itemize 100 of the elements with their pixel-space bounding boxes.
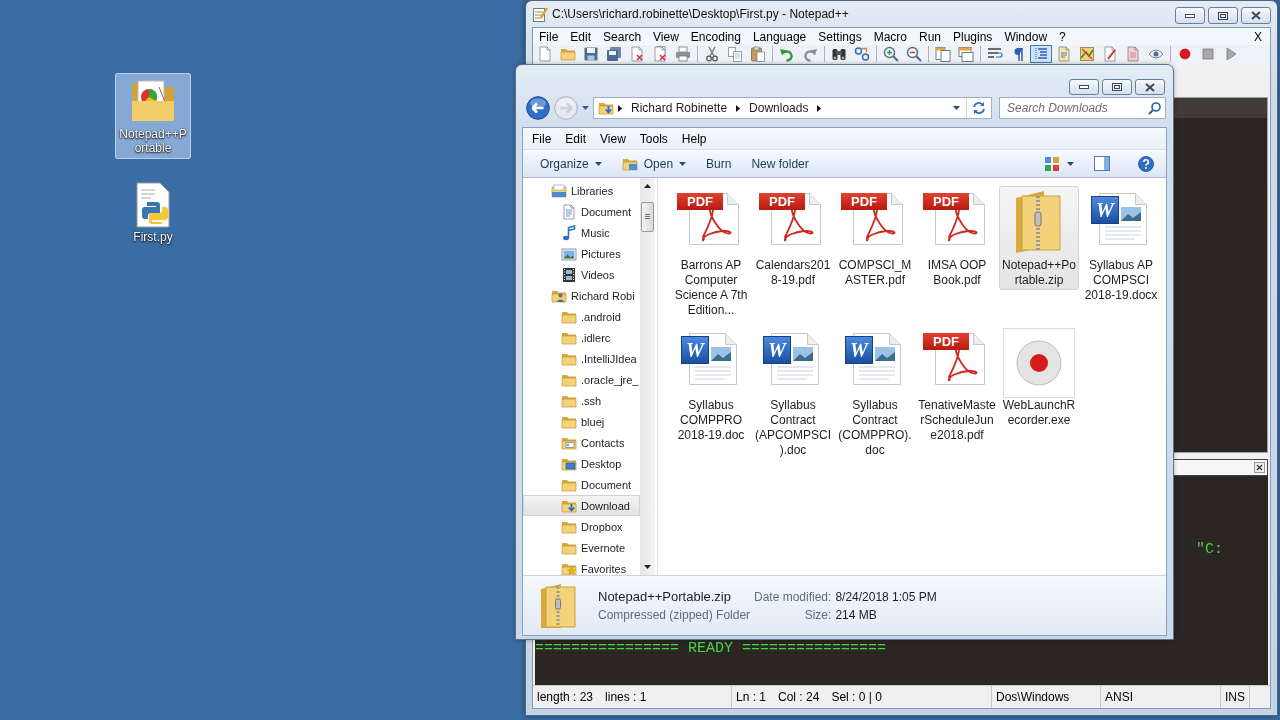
minimize-button[interactable] [1175, 7, 1205, 24]
tree-item[interactable]: Music [523, 222, 640, 243]
minimize-button[interactable] [1069, 79, 1099, 95]
menu-item[interactable]: ? [1053, 29, 1072, 44]
preview-pane-icon[interactable] [1094, 156, 1110, 171]
search-icon[interactable] [1148, 102, 1161, 115]
down-arrow-icon[interactable] [644, 565, 651, 569]
caret-icon[interactable] [953, 106, 960, 110]
file-name: Notepad++Portable.zip [598, 587, 731, 606]
tree-item[interactable]: Contacts [523, 432, 640, 453]
zipped-folder-icon [540, 582, 576, 629]
listing-item[interactable]: W Syllabus COMPPRO 2018-19.doc [671, 326, 751, 445]
caret-icon[interactable] [1067, 161, 1074, 166]
tree-item[interactable]: .android [523, 306, 640, 327]
view-options-icon[interactable] [1044, 155, 1060, 172]
music-note-icon [561, 224, 577, 241]
menu-item[interactable]: Plugins [947, 29, 999, 44]
breadcrumb-item[interactable]: Richard Robinette [626, 101, 733, 115]
listing-item[interactable]: PDF COMPSCI_MASTER.pdf [835, 186, 915, 290]
tree-item[interactable]: Document [523, 474, 640, 495]
notepad-pen-icon [532, 6, 548, 22]
close-button[interactable]: X [1246, 29, 1270, 44]
tree-item[interactable]: Videos [523, 264, 640, 285]
minimize-icon [1079, 85, 1089, 89]
listing-item[interactable]: W Syllabus Contract (APCOMPSCI).doc [753, 326, 833, 460]
tree-item[interactable]: Richard Robi [523, 285, 640, 306]
status-text: length : 23 [537, 690, 594, 704]
help-icon[interactable] [1138, 155, 1154, 172]
indent-guide-icon[interactable] [1029, 45, 1052, 63]
breadcrumb-arrow-icon[interactable] [817, 104, 822, 112]
breadcrumb-item[interactable]: Downloads [744, 101, 814, 115]
tree-item[interactable]: bluej [523, 411, 640, 432]
tree-item[interactable]: Document [523, 201, 640, 222]
tree-item[interactable]: Libraries [523, 180, 640, 201]
picture-icon [561, 245, 577, 262]
menu-item[interactable]: Edit [558, 131, 594, 146]
file-type-letter: W [845, 336, 873, 364]
close-button[interactable] [1135, 79, 1165, 95]
up-arrow-icon[interactable] [644, 184, 651, 188]
menu-item[interactable]: Window [998, 29, 1054, 44]
caret-icon[interactable] [582, 106, 589, 110]
console-text: "C: [1196, 542, 1223, 558]
menu-item[interactable]: View [593, 131, 633, 146]
refresh-icon[interactable] [972, 101, 986, 115]
tree-item[interactable]: Pictures [523, 243, 640, 264]
caret-icon[interactable] [594, 161, 602, 166]
dropdown-button[interactable]: Organize [532, 151, 610, 176]
desktop-shortcut[interactable]: First.py [115, 178, 191, 248]
maximize-icon [1218, 11, 1228, 20]
menu-item[interactable]: Run [913, 29, 947, 44]
film-icon [561, 266, 577, 283]
tree-item[interactable]: Evernote [523, 537, 640, 558]
listing-item[interactable]: Notepad++Portable.zip [999, 186, 1079, 290]
console-text: ================ READY ================ [535, 641, 887, 657]
menu-item[interactable]: Encoding [684, 29, 747, 44]
tree-item[interactable]: .oracle_jre_ [523, 369, 640, 390]
tree-item[interactable]: .ssh [523, 390, 640, 411]
listing-item[interactable]: WebLaunchRecorder.exe [999, 326, 1079, 430]
file-type-label: PDF [841, 193, 887, 210]
file-type-letter: W [763, 336, 791, 364]
menu-item[interactable]: View [647, 29, 685, 44]
listing-item[interactable]: W Syllabus Contract (COMPPRO).doc [835, 326, 915, 460]
zipped-folder-icon [1014, 190, 1064, 254]
status-text: INS [1225, 690, 1245, 704]
maximize-button[interactable] [1208, 7, 1238, 24]
tree-item[interactable]: Favorites [523, 558, 640, 575]
listing-item[interactable]: W Syllabus AP COMPSCI 2018-19.docx [1081, 186, 1161, 305]
listing-item[interactable]: PDF TenativeMasterScheduleJune2018.pdf [917, 326, 997, 445]
search-field[interactable]: Search Downloads [999, 97, 1166, 119]
menu-item[interactable]: File [525, 131, 559, 146]
listing-item[interactable]: PDF Barrons AP Computer Science A 7th Edition... [671, 186, 751, 320]
menu-item[interactable]: Macro [867, 29, 913, 44]
tree-item[interactable]: Download [523, 495, 640, 516]
menu-item[interactable]: Help [674, 131, 714, 146]
address-bar[interactable]: Richard Robinette Downloads [593, 97, 992, 119]
command-button[interactable]: Burn [698, 151, 740, 176]
maximize-button[interactable] [1102, 79, 1132, 95]
close-icon[interactable] [1254, 462, 1265, 473]
tree-item[interactable]: Dropbox [523, 516, 640, 537]
scrollbar-thumb[interactable] [641, 202, 654, 232]
file-type-label: PDF [923, 193, 969, 210]
breadcrumb-arrow-icon[interactable] [618, 104, 622, 112]
dropdown-button[interactable]: Open [613, 151, 695, 176]
command-button[interactable]: New folder [743, 151, 817, 176]
menu-item[interactable]: Tools [632, 131, 675, 146]
menu-item[interactable]: Language [746, 29, 813, 44]
listing-item[interactable]: PDF IMSA OOP Book.pdf [917, 186, 997, 290]
listing-item[interactable]: PDF Calendars2018-19.pdf [753, 186, 833, 290]
menu-item[interactable]: File [533, 29, 565, 44]
menu-item[interactable]: Search [597, 29, 648, 44]
breadcrumb-arrow-icon[interactable] [736, 104, 741, 112]
menu-item[interactable]: Edit [564, 29, 598, 44]
script-file-icon [133, 182, 173, 228]
tree-item[interactable]: Desktop [523, 453, 640, 474]
tree-item[interactable]: .IntelliJIdea [523, 348, 640, 369]
tree-item[interactable]: .idlerc [523, 327, 640, 348]
menu-item[interactable]: Settings [812, 29, 868, 44]
close-button[interactable] [1241, 7, 1271, 24]
caret-icon[interactable] [679, 161, 687, 166]
status-text: lines : 1 [605, 690, 647, 704]
